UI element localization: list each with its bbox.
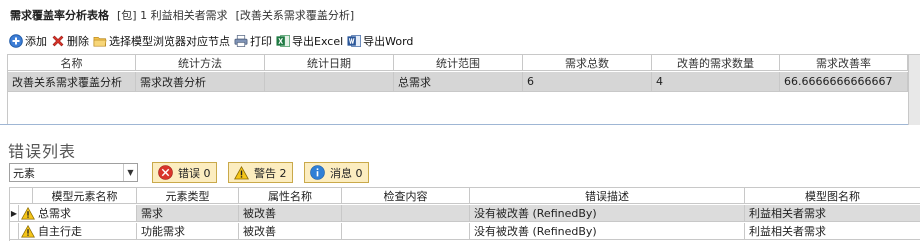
column-header-rate[interactable]: 需求改善率 (780, 55, 908, 70)
warning-icon (21, 206, 35, 220)
vertical-scrollbar[interactable] (908, 55, 920, 125)
cell-scope[interactable]: 总需求 (394, 72, 523, 91)
package-label: [包] 1 利益相关者需求 (117, 9, 228, 22)
column-header-date[interactable]: 统计日期 (265, 55, 394, 70)
column-header-scope[interactable]: 统计范围 (394, 55, 523, 70)
errors-filter-button[interactable]: 错误 0 (152, 162, 217, 183)
cell-element[interactable]: 自主行走 (19, 223, 137, 239)
cell-property[interactable]: 被改善 (239, 205, 342, 221)
table-title: 需求覆盖率分析表格 (10, 9, 109, 22)
analysis-label: [改善关系需求覆盖分析] (235, 9, 355, 22)
error-table: 模型元素名称 元素类型 属性名称 检查内容 错误描述 模型图名称 ▶ 总需求 需… (9, 187, 920, 241)
table-row[interactable]: 自主行走 功能需求 被改善 没有被改善 (RefinedBy) 利益相关者需求 (10, 223, 920, 240)
cell-improved[interactable]: 4 (652, 72, 780, 91)
column-header-name[interactable]: 名称 (8, 55, 136, 70)
column-header-description[interactable]: 错误描述 (470, 188, 745, 203)
coverage-table: 名称 统计方法 统计日期 统计范围 需求总数 改善的需求数量 需求改善率 改善关… (7, 54, 920, 125)
messages-filter-button[interactable]: 消息 0 (304, 162, 369, 183)
cell-type[interactable]: 需求 (137, 205, 239, 221)
element-filter-value: 元素 (13, 166, 35, 180)
delete-button[interactable]: 删除 (51, 33, 89, 49)
cell-date[interactable] (265, 72, 394, 91)
cell-description[interactable]: 没有被改善 (RefinedBy) (470, 223, 745, 239)
chevron-down-icon[interactable]: ▼ (123, 164, 137, 181)
panel-title: 需求覆盖率分析表格 [包] 1 利益相关者需求 [改善关系需求覆盖分析] (10, 7, 354, 23)
column-header-method[interactable]: 统计方法 (136, 55, 265, 70)
row-pointer-icon: ▶ (10, 205, 19, 221)
error-list-title: 错误列表 (8, 142, 77, 161)
delete-icon (51, 34, 65, 48)
cell-method[interactable]: 需求改善分析 (136, 72, 265, 91)
word-icon (347, 34, 362, 48)
error-table-header: 模型元素名称 元素类型 属性名称 检查内容 错误描述 模型图名称 (10, 188, 920, 204)
warnings-filter-button[interactable]: 警告 2 (228, 162, 293, 183)
cell-element[interactable]: 总需求 (19, 205, 137, 221)
warning-icon (234, 165, 249, 180)
column-header-property[interactable]: 属性名称 (239, 188, 342, 203)
table-row[interactable]: ▶ 总需求 需求 被改善 没有被改善 (RefinedBy) 利益相关者需求 (10, 205, 920, 222)
column-header-check[interactable]: 检查内容 (342, 188, 470, 203)
folder-icon (93, 34, 107, 48)
cell-check[interactable] (342, 223, 470, 239)
select-model-node-button[interactable]: 选择模型浏览器对应节点 (93, 33, 230, 49)
cell-check[interactable] (342, 205, 470, 221)
row-indicator-header (10, 188, 33, 203)
cell-name[interactable]: 改善关系需求覆盖分析 (8, 72, 136, 91)
cell-diagram[interactable]: 利益相关者需求 (745, 205, 920, 221)
coverage-analysis-panel: 需求覆盖率分析表格 [包] 1 利益相关者需求 [改善关系需求覆盖分析] 添加 删除… (0, 0, 920, 125)
column-header-type[interactable]: 元素类型 (137, 188, 239, 203)
toolbar: 添加 删除 选择模型浏览器对应节点 打印 导出Excel 导出Word (9, 31, 417, 51)
column-header-diagram[interactable]: 模型图名称 (745, 188, 920, 203)
export-word-button[interactable]: 导出Word (347, 33, 413, 49)
coverage-table-header: 名称 统计方法 统计日期 统计范围 需求总数 改善的需求数量 需求改善率 (8, 55, 920, 71)
cell-total[interactable]: 6 (523, 72, 652, 91)
warning-icon (21, 224, 35, 238)
column-header-element[interactable]: 模型元素名称 (33, 188, 137, 203)
element-filter-select[interactable]: 元素 ▼ (9, 163, 138, 182)
cell-type[interactable]: 功能需求 (137, 223, 239, 239)
column-header-improved[interactable]: 改善的需求数量 (652, 55, 780, 70)
cell-diagram[interactable]: 利益相关者需求 (745, 223, 920, 239)
cell-description[interactable]: 没有被改善 (RefinedBy) (470, 205, 745, 221)
export-excel-button[interactable]: 导出Excel (276, 33, 343, 49)
add-button[interactable]: 添加 (9, 33, 47, 49)
cell-property[interactable]: 被改善 (239, 223, 342, 239)
error-list-panel: 错误列表 元素 ▼ 错误 0 警告 2 消息 0 模型元素名称 元素类型 属性名… (0, 126, 920, 241)
info-icon (310, 165, 325, 180)
printer-icon (234, 34, 248, 48)
excel-icon (276, 34, 290, 48)
error-icon (158, 165, 173, 180)
table-row[interactable]: 改善关系需求覆盖分析 需求改善分析 总需求 6 4 66.66666666666… (8, 72, 920, 92)
row-pointer-blank (10, 223, 19, 239)
column-header-total[interactable]: 需求总数 (523, 55, 652, 70)
print-button[interactable]: 打印 (234, 33, 272, 49)
add-icon (9, 34, 23, 48)
cell-rate[interactable]: 66.6666666666667 (780, 72, 908, 91)
